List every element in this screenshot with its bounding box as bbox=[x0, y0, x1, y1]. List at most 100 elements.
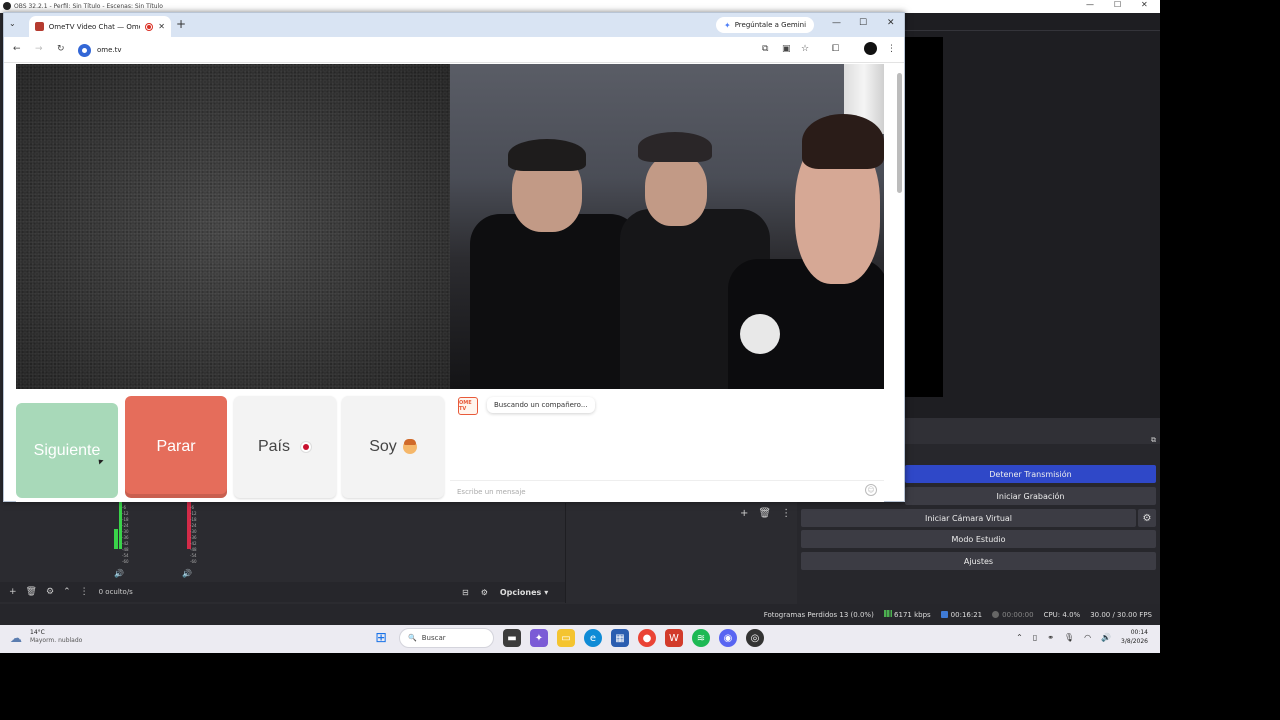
desktop-screen: OBS 32.2.1 - Perfil: Sin Título - Escena… bbox=[0, 0, 1160, 653]
extensions-icon[interactable]: ⧠ bbox=[832, 44, 839, 54]
menu-icon[interactable]: ⋮ bbox=[887, 44, 896, 54]
windows-start-icon[interactable]: ⊞ bbox=[372, 629, 390, 647]
tab-strip: ⌄ OmeTV Video Chat — Ome ✕ + ✦ Pregúntal… bbox=[4, 13, 904, 37]
url-text: ome.tv bbox=[97, 46, 122, 54]
reload-icon[interactable]: ↻ bbox=[57, 44, 65, 54]
boy-emoji-icon bbox=[402, 439, 417, 454]
shirt-print bbox=[740, 314, 780, 354]
options-dropdown[interactable]: Opciones bbox=[500, 588, 541, 597]
mixer-settings-icon[interactable]: ⚙ bbox=[481, 588, 488, 597]
page-scrollbar[interactable] bbox=[897, 73, 902, 503]
scrollbar-thumb[interactable] bbox=[897, 73, 902, 193]
hidden-count: 0 oculto/s bbox=[98, 588, 133, 596]
add-icon[interactable]: + bbox=[740, 508, 748, 519]
gemini-button[interactable]: ✦ Pregúntale a Gemini bbox=[716, 17, 815, 33]
obs-close-icon[interactable]: ✕ bbox=[1141, 0, 1148, 9]
tab-ometv[interactable]: OmeTV Video Chat — Ome ✕ bbox=[29, 16, 171, 37]
tab-search-icon[interactable]: ⌄ bbox=[9, 19, 16, 28]
forward-icon[interactable]: → bbox=[35, 44, 43, 54]
windows-taskbar: ☁ 14°C Mayorm. nublado ⊞ 🔍 Buscar ▬ ✦ ▭ e … bbox=[0, 625, 1160, 653]
obs-maximize-icon[interactable]: ☐ bbox=[1114, 0, 1121, 9]
chevron-up-icon[interactable]: ⌃ bbox=[1016, 633, 1023, 642]
copilot-icon[interactable]: ✦ bbox=[530, 629, 548, 647]
profile-avatar[interactable] bbox=[864, 42, 877, 55]
source-settings-icon[interactable]: ⚙ bbox=[46, 587, 54, 597]
chat-panel: OME TV Buscando un compañero... Escribe … bbox=[450, 389, 884, 502]
obs-taskbar-icon[interactable]: ◎ bbox=[746, 629, 764, 647]
translate-icon[interactable]: ⧉ bbox=[762, 44, 768, 54]
obs-minimize-icon[interactable]: — bbox=[1086, 0, 1094, 9]
network-share-icon[interactable]: ⚭ bbox=[1047, 633, 1054, 642]
site-info-icon[interactable] bbox=[78, 43, 91, 57]
volume-icon[interactable]: 🔊 bbox=[1101, 633, 1111, 642]
layout-icon[interactable]: ⊟ bbox=[462, 588, 469, 597]
stop-stream-button[interactable]: Detener Transmisión bbox=[905, 465, 1156, 483]
back-icon[interactable]: ← bbox=[13, 44, 21, 54]
chevron-down-icon: ▾ bbox=[544, 587, 549, 597]
obs-dock-header bbox=[905, 418, 1160, 444]
emoji-icon[interactable]: ☺ bbox=[865, 484, 877, 496]
stop-button[interactable]: Parar bbox=[125, 396, 227, 498]
record-icon bbox=[992, 611, 1000, 618]
weather-widget[interactable]: ☁ 14°C Mayorm. nublado bbox=[10, 629, 82, 645]
mixer-options: ⊟ ⚙ Opciones ▾ bbox=[462, 582, 548, 602]
searching-status: Buscando un compañero... bbox=[487, 397, 595, 413]
clock[interactable]: 00:14 3/8/2026 bbox=[1121, 628, 1148, 646]
system-tray: ⌃ ▯ ⚭ 🎙 ◠ 🔊 00:14 3/8/2026 bbox=[1016, 628, 1148, 646]
cast-icon[interactable]: ▣ bbox=[782, 44, 791, 54]
taskbar-search[interactable]: 🔍 Buscar bbox=[399, 628, 494, 648]
bookmark-star-icon[interactable]: ☆ bbox=[801, 44, 809, 54]
microphone-icon[interactable]: 🎙 bbox=[1064, 633, 1074, 642]
store-icon[interactable]: ▦ bbox=[611, 629, 629, 647]
tray-app-icon[interactable]: ▯ bbox=[1033, 633, 1037, 642]
country-button[interactable]: País bbox=[234, 396, 336, 498]
maximize-icon[interactable]: ☐ bbox=[859, 18, 867, 28]
new-tab-icon[interactable]: + bbox=[176, 17, 186, 31]
start-recording-button[interactable]: Iniciar Grabación bbox=[905, 487, 1156, 505]
ometv-favicon bbox=[35, 22, 44, 31]
close-tab-icon[interactable]: ✕ bbox=[158, 22, 165, 31]
next-button[interactable]: Siguiente bbox=[16, 403, 118, 498]
gender-button[interactable]: Soy bbox=[342, 396, 444, 498]
folder-icon[interactable]: ▭ bbox=[557, 629, 575, 647]
dock-float-icon[interactable]: ⧉ bbox=[1151, 436, 1156, 445]
move-up-icon[interactable]: ⌃ bbox=[63, 587, 71, 597]
message-input[interactable]: Escribe un mensaje bbox=[450, 480, 884, 502]
remove-source-icon[interactable]: 🗑 bbox=[26, 587, 37, 597]
chrome-icon[interactable]: ● bbox=[638, 629, 656, 647]
more-icon[interactable]: ⋮ bbox=[781, 508, 791, 519]
obs-preview-area bbox=[905, 13, 1160, 443]
recording-indicator-icon bbox=[145, 22, 154, 31]
bitrate: 6171 kbps bbox=[883, 610, 931, 619]
settings-button[interactable]: Ajustes bbox=[801, 552, 1156, 570]
close-window-icon[interactable]: ✕ bbox=[887, 18, 895, 28]
obs-status-bar: Fotogramas Perdidos 13 (0.0%) 6171 kbps … bbox=[0, 604, 1160, 625]
weather-description: Mayorm. nublado bbox=[30, 637, 83, 644]
virtual-camera-settings-icon[interactable]: ⚙ bbox=[1138, 509, 1156, 527]
speaker-icon[interactable]: 🔊 bbox=[114, 569, 124, 578]
file-icon[interactable]: ▬ bbox=[503, 629, 521, 647]
more-vertical-icon[interactable]: ⋮ bbox=[80, 587, 89, 597]
browser-toolbar: ← → ↻ ome.tv ⧉ ▣ ☆ ⧠ ⋮ bbox=[4, 37, 904, 63]
audio-meter-2: -6 -12 -18 -24 -30 -36 -42 -48 -54 -60 🔊 bbox=[178, 499, 202, 578]
stream-time: 00:16:21 bbox=[940, 611, 982, 619]
sources-toolbar: + 🗑 ⚙ ⌃ ⋮ 0 oculto/s ⊟ ⚙ Opciones ▾ bbox=[0, 582, 565, 602]
spotify-icon[interactable]: ≋ bbox=[692, 629, 710, 647]
cloud-icon: ☁ bbox=[10, 631, 22, 645]
discord-icon[interactable]: ◉ bbox=[719, 629, 737, 647]
obs-divider bbox=[905, 30, 1160, 31]
speaker-icon-2[interactable]: 🔊 bbox=[182, 569, 192, 578]
minimize-icon[interactable]: — bbox=[832, 18, 841, 28]
trash-icon[interactable]: 🗑 bbox=[758, 508, 771, 519]
studio-mode-button[interactable]: Modo Estudio bbox=[801, 530, 1156, 548]
address-bar[interactable]: ome.tv bbox=[78, 40, 678, 60]
edge-icon[interactable]: e bbox=[584, 629, 602, 647]
japan-flag-icon bbox=[300, 441, 312, 453]
wps-icon[interactable]: W bbox=[665, 629, 683, 647]
taskbar-apps: ⊞ 🔍 Buscar ▬ ✦ ▭ e ▦ ● W ≋ ◉ ◎ bbox=[372, 628, 764, 648]
add-source-icon[interactable]: + bbox=[9, 587, 17, 597]
search-icon: 🔍 bbox=[408, 634, 417, 642]
wifi-icon[interactable]: ◠ bbox=[1084, 633, 1091, 642]
person-1-body bbox=[470, 214, 640, 389]
virtual-camera-button[interactable]: Iniciar Cámara Virtual bbox=[801, 509, 1136, 527]
